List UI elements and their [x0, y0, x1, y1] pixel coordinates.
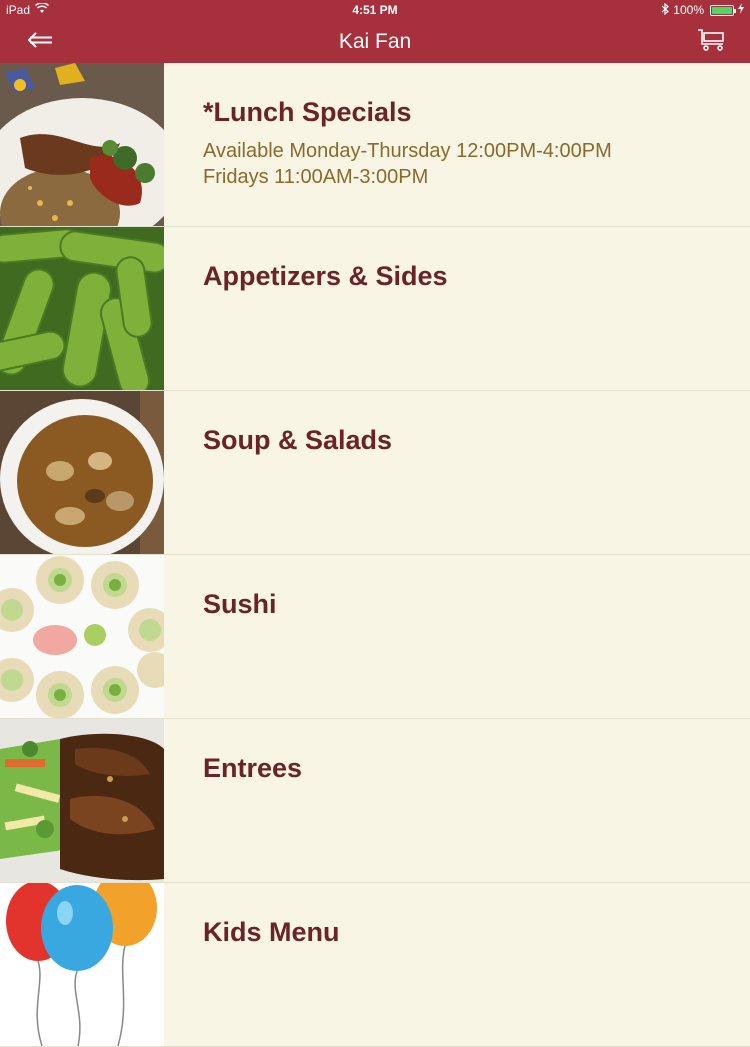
device-label: iPad — [6, 3, 31, 17]
menu-item-kids-menu[interactable]: Kids Menu — [0, 883, 750, 1047]
lunch-specials-text: *Lunch Specials Available Monday-Thursda… — [164, 63, 612, 226]
menu-item-appetizers-sides[interactable]: Appetizers & Sides — [0, 227, 750, 391]
back-arrow-icon — [26, 31, 54, 54]
menu-item-sushi[interactable]: Sushi — [0, 555, 750, 719]
menu-item-description: Available Monday-Thursday 12:00PM-4:00PM… — [203, 138, 612, 190]
status-bar: iPad 4:51 PM 100% — [0, 0, 750, 20]
menu-item-title: Appetizers & Sides — [203, 261, 448, 291]
menu-item-title: Sushi — [203, 589, 277, 619]
battery-icon — [710, 4, 736, 16]
menu-item-title: Soup & Salads — [203, 425, 393, 455]
menu-item-title: *Lunch Specials — [203, 97, 412, 127]
appetizers-sides-image — [0, 227, 164, 390]
back-button[interactable] — [20, 26, 60, 58]
page-title: Kai Fan — [338, 29, 412, 53]
description-line-2: Fridays 11:00AM-3:00PM — [203, 166, 429, 188]
menu-list: *Lunch Specials Available Monday-Thursda… — [0, 63, 750, 1047]
menu-item-soup-salads[interactable]: Soup & Salads — [0, 391, 750, 555]
charging-icon — [738, 3, 744, 17]
sushi-text: Sushi — [164, 555, 277, 718]
wifi-icon — [35, 2, 50, 17]
cart-icon — [697, 28, 727, 57]
sushi-image — [0, 555, 164, 718]
battery-percent: 100% — [673, 3, 704, 17]
cart-button[interactable] — [692, 26, 732, 58]
description-line-1: Available Monday-Thursday 12:00PM-4:00PM — [203, 140, 612, 162]
lunch-specials-image — [0, 63, 164, 226]
entrees-text: Entrees — [164, 719, 302, 882]
appetizers-sides-text: Appetizers & Sides — [164, 227, 448, 390]
kids-menu-text: Kids Menu — [164, 883, 340, 1046]
soup-salads-image — [0, 391, 164, 554]
menu-item-title: Kids Menu — [203, 917, 340, 947]
menu-item-lunch-specials[interactable]: *Lunch Specials Available Monday-Thursda… — [0, 63, 750, 227]
status-right: 100% — [661, 2, 744, 18]
menu-item-title: Entrees — [203, 753, 303, 783]
kids-menu-image — [0, 883, 164, 1046]
status-left: iPad — [6, 2, 50, 17]
entrees-image — [0, 719, 164, 882]
menu-item-entrees[interactable]: Entrees — [0, 719, 750, 883]
soup-salads-text: Soup & Salads — [164, 391, 392, 554]
bluetooth-icon — [661, 2, 670, 18]
nav-bar: Kai Fan — [0, 20, 750, 63]
status-time: 4:51 PM — [352, 3, 398, 17]
